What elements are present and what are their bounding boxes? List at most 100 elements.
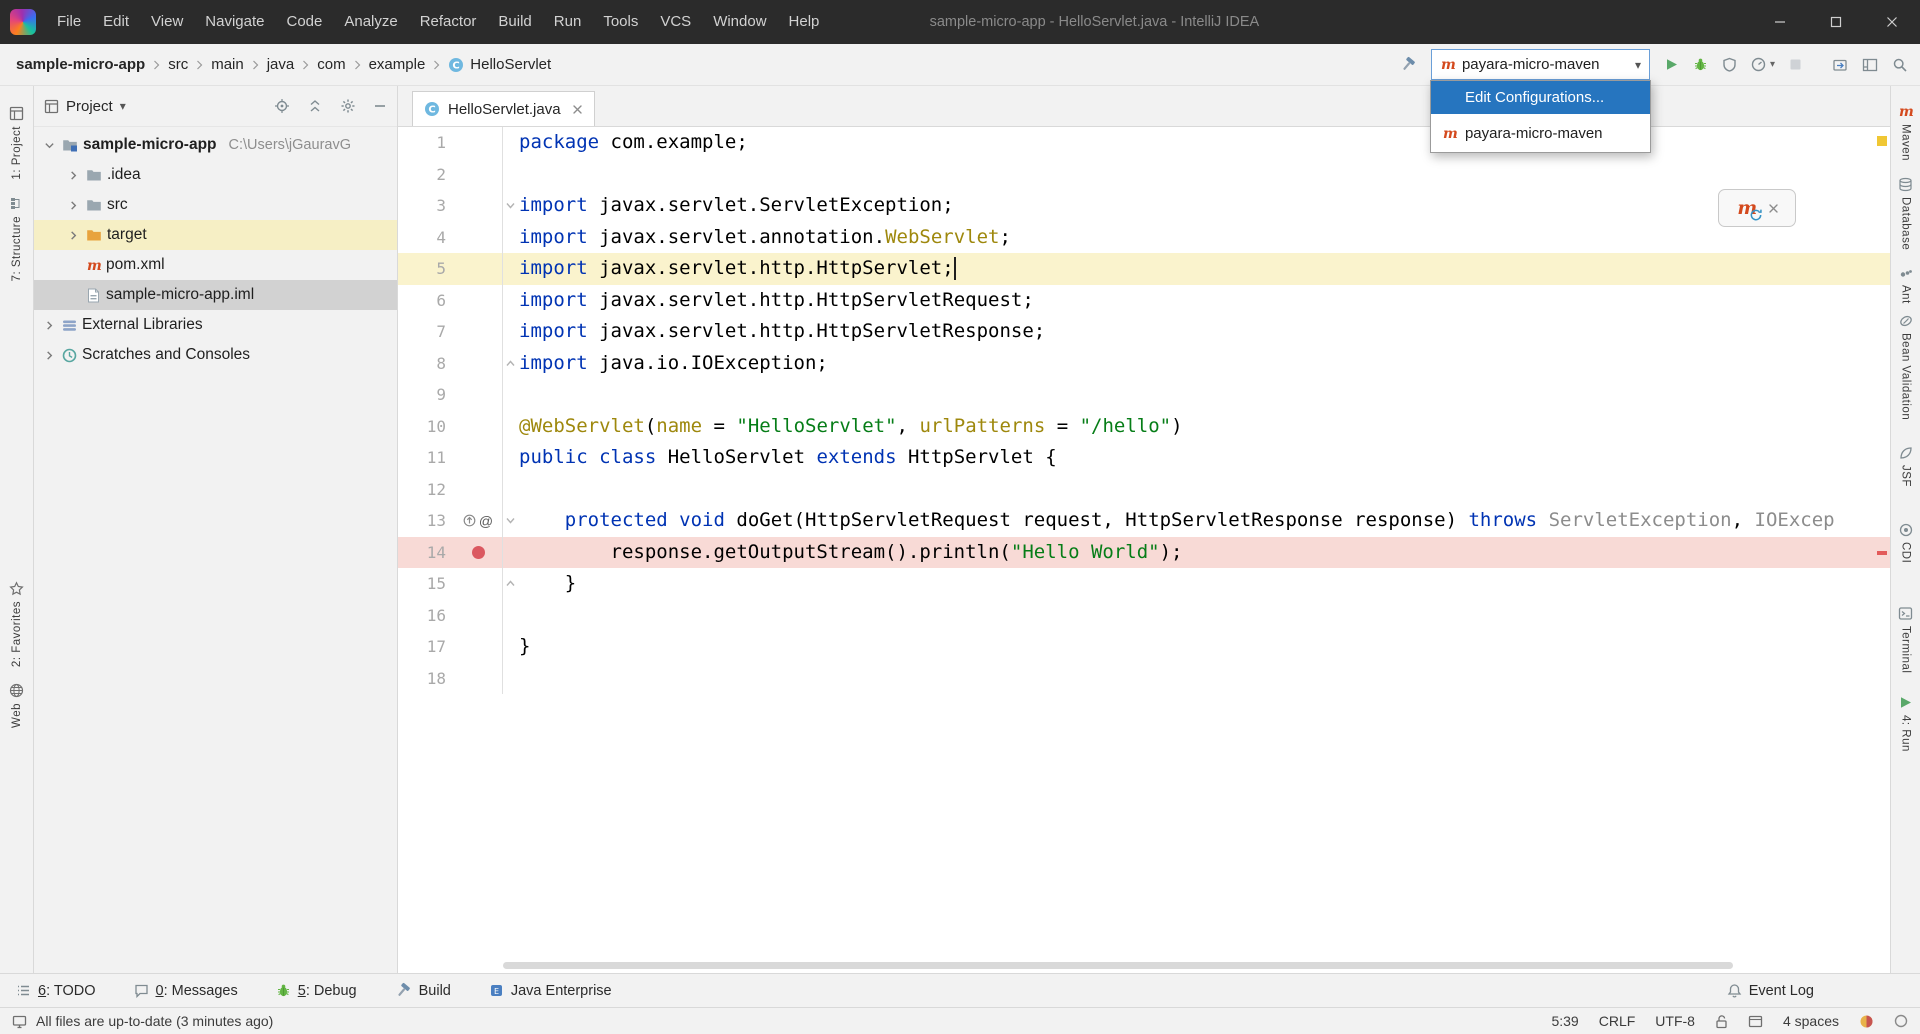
toolbar-button-6-todo[interactable]: 6: TODO	[16, 983, 96, 999]
caret-position-widget[interactable]: 5:39	[1551, 1013, 1578, 1029]
gutter-icon-area[interactable]	[454, 348, 502, 380]
menu-file[interactable]: File	[46, 0, 92, 44]
error-stripe-breakpoint-mark[interactable]	[1877, 551, 1887, 555]
fold-marker-icon[interactable]	[505, 578, 516, 589]
theme-icon[interactable]	[1859, 1014, 1874, 1029]
lock-icon[interactable]	[1715, 1014, 1728, 1029]
code-editor[interactable]: 1package com.example;23import javax.serv…	[398, 127, 1890, 973]
menu-window[interactable]: Window	[702, 0, 777, 44]
chevron-right-icon[interactable]	[42, 350, 57, 361]
toolbar-button-java-enterprise[interactable]: EJava Enterprise	[489, 983, 612, 999]
menu-edit[interactable]: Edit	[92, 0, 140, 44]
toolwindow-button-ant[interactable]: Ant	[1899, 266, 1913, 304]
gutter-icon-area[interactable]	[454, 222, 502, 254]
line-number[interactable]: 13	[398, 505, 454, 537]
line-number[interactable]: 17	[398, 631, 454, 663]
line-ending-widget[interactable]: CRLF	[1599, 1013, 1636, 1029]
menu-analyze[interactable]: Analyze	[333, 0, 408, 44]
settings-gear-icon[interactable]	[340, 98, 356, 114]
minimize-button[interactable]	[1752, 0, 1808, 44]
toolbar-button-build[interactable]: Build	[395, 982, 451, 999]
toolwindow-button-4-run[interactable]: 4: Run	[1898, 695, 1913, 752]
toolbar-button-5-debug[interactable]: 5: Debug	[276, 983, 357, 999]
error-stripe[interactable]	[1874, 127, 1890, 973]
gutter-icon-area[interactable]: @	[454, 505, 502, 537]
breadcrumb-item-main[interactable]: main	[211, 56, 244, 73]
toolbar-button-0-messages[interactable]: 0: Messages	[134, 983, 238, 999]
chevron-right-icon[interactable]	[42, 320, 57, 331]
tree-item-external-libraries[interactable]: External Libraries	[34, 310, 397, 340]
close-button[interactable]	[1864, 0, 1920, 44]
fold-marker-icon[interactable]	[505, 358, 516, 369]
fold-column[interactable]	[502, 568, 517, 600]
code-line-10[interactable]: 10@WebServlet(name = "HelloServlet", url…	[398, 411, 1890, 443]
code-line-1[interactable]: 1package com.example;	[398, 127, 1890, 159]
menu-code[interactable]: Code	[275, 0, 333, 44]
tree-item-sample-micro-app-iml[interactable]: sample-micro-app.iml	[34, 280, 397, 310]
gutter-icon-area[interactable]	[454, 631, 502, 663]
chevron-right-icon[interactable]	[66, 200, 81, 211]
layout-icon[interactable]	[1862, 57, 1878, 73]
code-line-8[interactable]: 8import java.io.IOException;	[398, 348, 1890, 380]
gutter-icon-area[interactable]	[454, 537, 502, 569]
hammer-icon[interactable]	[1400, 56, 1417, 73]
toolwindow-button-bean-validation[interactable]: Bean Validation	[1899, 314, 1913, 420]
project-view-selector[interactable]: Project	[66, 98, 113, 115]
fold-column[interactable]	[502, 190, 517, 222]
progress-icon[interactable]	[1894, 1014, 1908, 1028]
gutter-icon-area[interactable]	[454, 316, 502, 348]
code-line-11[interactable]: 11public class HelloServlet extends Http…	[398, 442, 1890, 474]
maven-reimport-button[interactable]: m	[1736, 198, 1756, 218]
menu-vcs[interactable]: VCS	[649, 0, 702, 44]
fold-column[interactable]	[502, 348, 517, 380]
line-number[interactable]: 15	[398, 568, 454, 600]
code-line-16[interactable]: 16	[398, 600, 1890, 632]
code-line-5[interactable]: 5import javax.servlet.http.HttpServlet;	[398, 253, 1890, 285]
fold-column[interactable]	[502, 505, 517, 537]
line-number[interactable]: 2	[398, 159, 454, 191]
tree-item-sample-micro-app[interactable]: sample-micro-appC:\Users\jGauravG	[34, 130, 397, 160]
code-line-17[interactable]: 17}	[398, 631, 1890, 663]
code-line-7[interactable]: 7import javax.servlet.http.HttpServletRe…	[398, 316, 1890, 348]
toolwindow-button-cdi[interactable]: CDI	[1899, 523, 1913, 563]
indent-widget[interactable]: 4 spaces	[1783, 1013, 1839, 1029]
chevron-down-icon[interactable]	[42, 140, 57, 151]
code-line-13[interactable]: 13@ protected void doGet(HttpServletRequ…	[398, 505, 1890, 537]
debug-icon[interactable]	[1693, 57, 1708, 72]
code-line-15[interactable]: 15 }	[398, 568, 1890, 600]
toolwindow-button-web[interactable]: Web	[9, 683, 24, 728]
line-number[interactable]: 5	[398, 253, 454, 285]
code-line-14[interactable]: 14 response.getOutputStream().println("H…	[398, 537, 1890, 569]
encoding-widget[interactable]: UTF-8	[1655, 1013, 1695, 1029]
menu-view[interactable]: View	[140, 0, 194, 44]
toolwindow-button-2-favorites[interactable]: 2: Favorites	[9, 581, 24, 667]
chevron-right-icon[interactable]	[66, 170, 81, 181]
toolwindow-button-maven[interactable]: mMaven	[1898, 104, 1913, 161]
chevron-right-icon[interactable]	[66, 230, 81, 241]
gutter-icon-area[interactable]	[454, 379, 502, 411]
breadcrumb-item-com[interactable]: com	[317, 56, 345, 73]
code-line-2[interactable]: 2	[398, 159, 1890, 191]
gutter-icon-area[interactable]	[454, 159, 502, 191]
line-number[interactable]: 10	[398, 411, 454, 443]
horizontal-scrollbar[interactable]	[503, 962, 1733, 969]
toolwindow-button-terminal[interactable]: Terminal	[1898, 606, 1913, 673]
breakpoint-icon[interactable]	[472, 546, 485, 559]
close-tab-icon[interactable]	[572, 104, 583, 115]
frame-icon[interactable]	[1748, 1015, 1763, 1028]
toolwindow-button-1-project[interactable]: 1: Project	[9, 106, 24, 180]
line-number[interactable]: 6	[398, 285, 454, 317]
maximize-button[interactable]	[1808, 0, 1864, 44]
line-number[interactable]: 3	[398, 190, 454, 222]
line-number[interactable]: 7	[398, 316, 454, 348]
chevron-down-icon[interactable]: ▾	[120, 99, 126, 113]
override-icon[interactable]	[463, 514, 476, 527]
stop-icon[interactable]	[1789, 58, 1802, 71]
tree-item-idea[interactable]: .idea	[34, 160, 397, 190]
inspection-status-icon[interactable]	[1877, 136, 1887, 146]
chevron-down-icon[interactable]: ▾	[1770, 59, 1775, 70]
code-line-6[interactable]: 6import javax.servlet.http.HttpServletRe…	[398, 285, 1890, 317]
line-number[interactable]: 18	[398, 663, 454, 695]
tree-item-src[interactable]: src	[34, 190, 397, 220]
line-number[interactable]: 1	[398, 127, 454, 159]
